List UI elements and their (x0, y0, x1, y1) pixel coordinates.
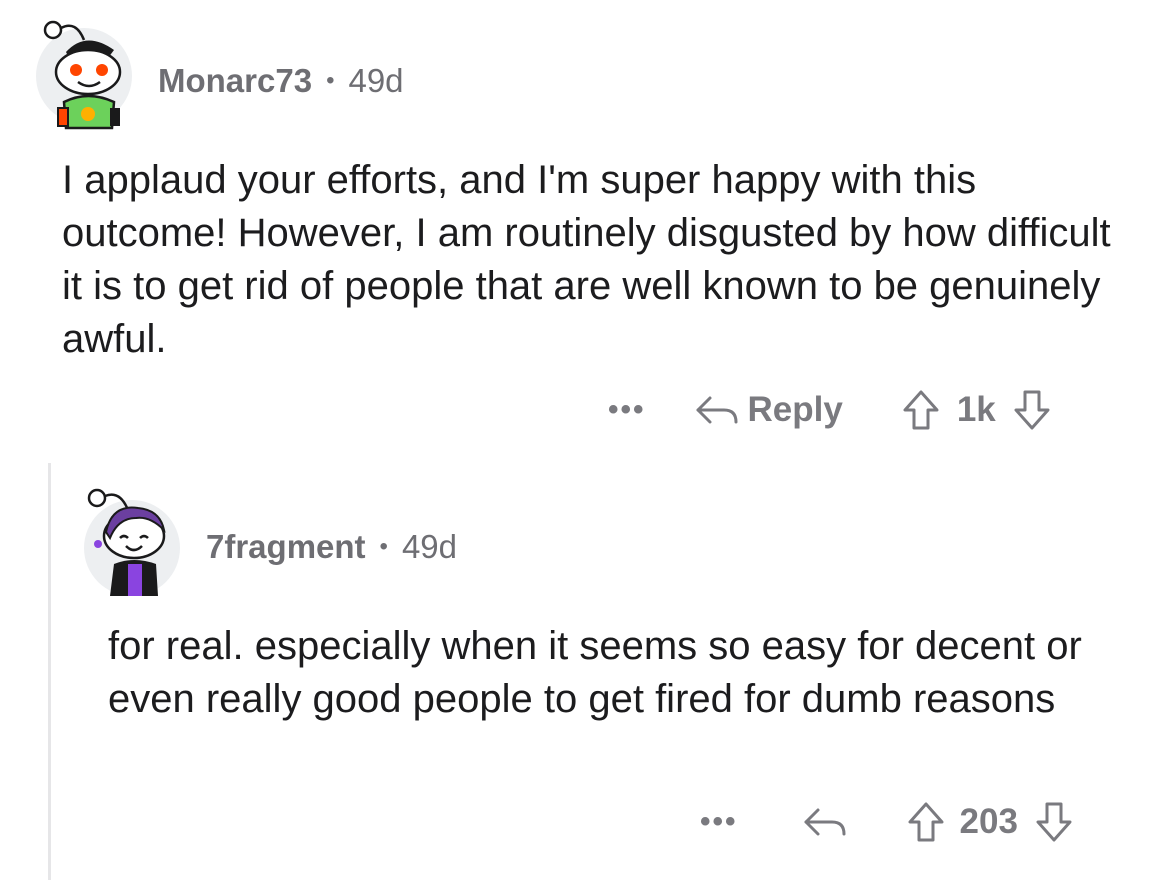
comment-meta: Monarc73 • 49d (158, 62, 404, 100)
reply-button[interactable]: Reply (694, 390, 843, 430)
username[interactable]: Monarc73 (158, 62, 312, 100)
snoo-avatar-icon (36, 20, 132, 130)
comment-actions: ••• 203 (700, 800, 1076, 844)
reply-label: Reply (747, 390, 843, 429)
avatar[interactable] (84, 486, 204, 606)
comment-body: for real. especially when it seems so ea… (108, 624, 1082, 721)
vote-score: 1k (956, 390, 996, 429)
reply-arrow-icon[interactable] (802, 802, 848, 842)
snoo-avatar-icon (84, 488, 180, 596)
username[interactable]: 7fragment (206, 528, 366, 566)
separator-dot: • (379, 533, 388, 560)
vote-score: 203 (959, 802, 1018, 841)
upvote-arrow-icon[interactable] (904, 800, 948, 844)
comment-actions: ••• Reply 1k (608, 388, 1054, 432)
downvote-arrow-icon[interactable] (1032, 800, 1076, 844)
comment-body: I applaud your efforts, and I'm super ha… (62, 158, 1111, 361)
avatar[interactable] (36, 10, 156, 130)
more-options-button[interactable]: ••• (700, 805, 738, 839)
thread-line[interactable] (48, 463, 51, 880)
upvote-arrow-icon[interactable] (899, 388, 943, 432)
downvote-arrow-icon[interactable] (1010, 388, 1054, 432)
comment-age: 49d (401, 528, 458, 565)
reply-arrow-icon (696, 396, 738, 424)
comment-age: 49d (348, 62, 404, 99)
separator-dot: • (326, 67, 335, 94)
comment-meta: 7fragment • 49d (206, 528, 457, 566)
more-options-button[interactable]: ••• (608, 393, 646, 427)
